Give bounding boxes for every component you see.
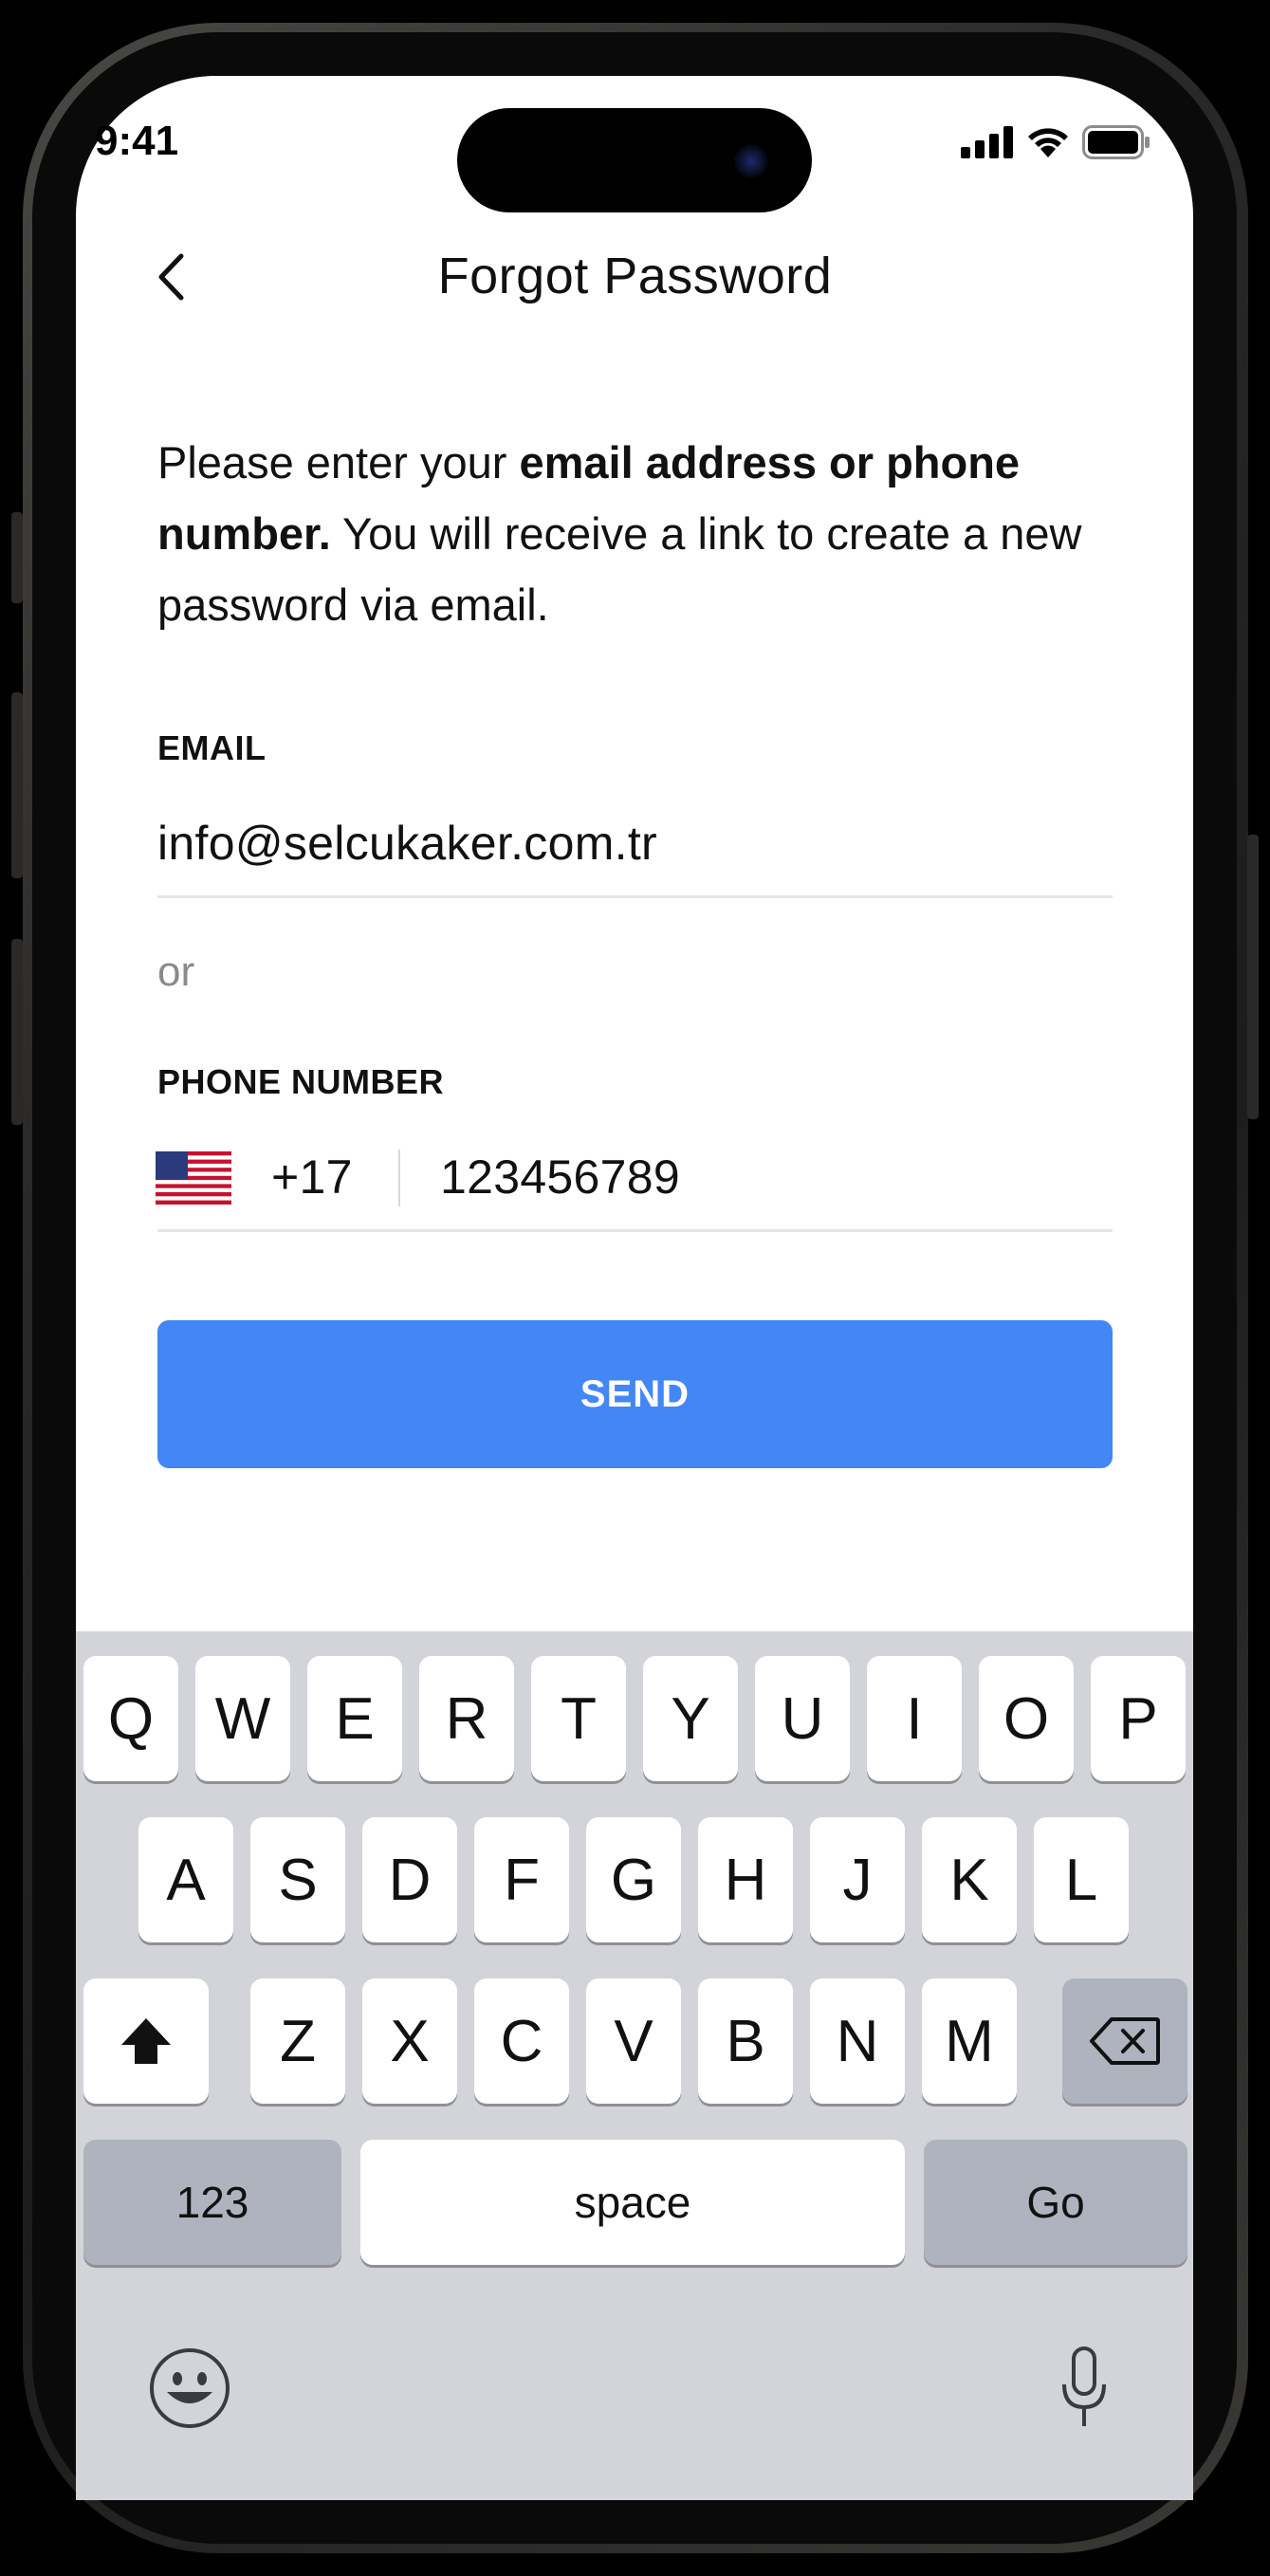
us-flag-icon[interactable] — [156, 1151, 231, 1205]
key-m[interactable]: M — [922, 1978, 1017, 2104]
key-x[interactable]: X — [362, 1978, 457, 2104]
front-camera-icon — [734, 144, 768, 178]
key-q[interactable]: Q — [83, 1656, 178, 1781]
key-l[interactable]: L — [1034, 1817, 1129, 1942]
key-j[interactable]: J — [810, 1817, 905, 1942]
delete-key[interactable] — [1062, 1978, 1187, 2104]
signal-icon — [961, 126, 1013, 158]
volume-down-button — [11, 939, 23, 1125]
volume-up-button — [11, 692, 23, 878]
email-field[interactable]: info@selcukaker.com.tr — [157, 816, 657, 871]
email-label: EMAIL — [157, 728, 267, 767]
key-f[interactable]: F — [474, 1817, 569, 1942]
status-icons — [961, 125, 1150, 159]
shift-key[interactable] — [83, 1978, 209, 2104]
key-y[interactable]: Y — [643, 1656, 738, 1781]
key-a[interactable]: A — [138, 1817, 233, 1942]
key-t[interactable]: T — [531, 1656, 626, 1781]
key-c[interactable]: C — [474, 1978, 569, 2104]
key-p[interactable]: P — [1091, 1656, 1186, 1781]
phone-divider — [398, 1150, 400, 1206]
battery-icon — [1082, 125, 1150, 159]
key-k[interactable]: K — [922, 1817, 1017, 1942]
key-n[interactable]: N — [810, 1978, 905, 2104]
key-o[interactable]: O — [979, 1656, 1074, 1781]
backspace-icon — [1090, 2017, 1160, 2065]
key-s[interactable]: S — [250, 1817, 345, 1942]
space-key[interactable]: space — [360, 2140, 905, 2265]
key-i[interactable]: I — [867, 1656, 962, 1781]
key-r[interactable]: R — [419, 1656, 514, 1781]
key-v[interactable]: V — [586, 1978, 681, 2104]
nav-header: Forgot Password — [0, 228, 1270, 322]
emoji-icon[interactable] — [148, 2346, 231, 2430]
action-button — [11, 512, 23, 603]
wifi-icon — [1028, 128, 1068, 157]
dynamic-island — [457, 108, 812, 212]
numbers-key[interactable]: 123 — [83, 2140, 341, 2265]
key-h[interactable]: H — [698, 1817, 793, 1942]
instructions-part1: Please enter your — [157, 437, 520, 488]
phone-underline — [157, 1229, 1113, 1232]
shift-arrow-icon — [121, 2018, 171, 2064]
status-time: 9:41 — [95, 118, 179, 164]
key-z[interactable]: Z — [250, 1978, 345, 2104]
key-e[interactable]: E — [307, 1656, 402, 1781]
key-b[interactable]: B — [698, 1978, 793, 2104]
key-d[interactable]: D — [362, 1817, 457, 1942]
power-button — [1247, 835, 1259, 1119]
key-w[interactable]: W — [195, 1656, 290, 1781]
or-separator: or — [157, 948, 195, 995]
phone-number-field[interactable]: 123456789 — [440, 1150, 680, 1205]
phone-label: PHONE NUMBER — [157, 1062, 445, 1101]
instructions-text: Please enter your email address or phone… — [157, 427, 1115, 640]
key-g[interactable]: G — [586, 1817, 681, 1942]
microphone-icon[interactable] — [1060, 2346, 1108, 2430]
email-underline — [157, 895, 1113, 898]
page-title: Forgot Password — [437, 248, 833, 304]
send-button[interactable]: SEND — [157, 1320, 1113, 1468]
go-key[interactable]: Go — [924, 2140, 1187, 2265]
country-code-selector[interactable]: +17 — [271, 1150, 353, 1205]
key-u[interactable]: U — [755, 1656, 850, 1781]
